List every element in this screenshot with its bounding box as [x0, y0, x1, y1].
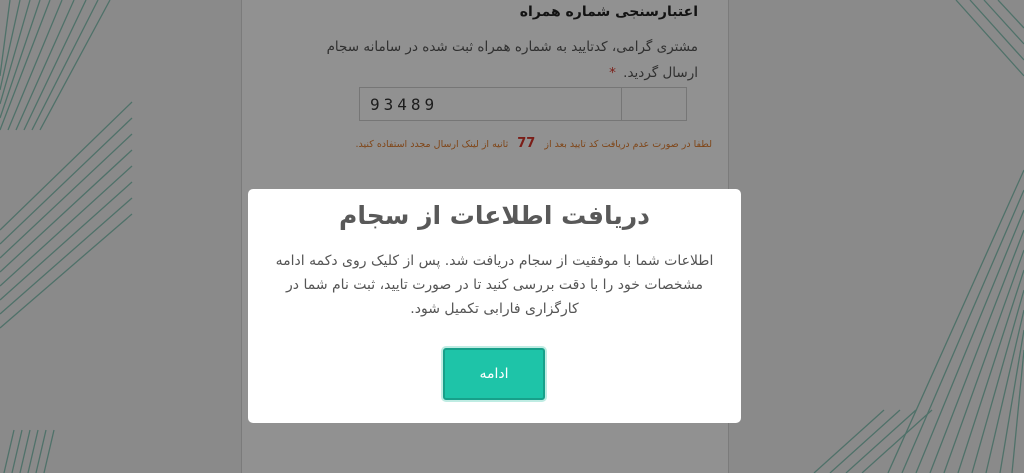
sejam-info-modal: دریافت اطلاعات از سجام اطلاعات شما با مو…: [248, 189, 741, 423]
modal-title: دریافت اطلاعات از سجام: [339, 201, 650, 230]
continue-button[interactable]: ادامه: [443, 348, 545, 400]
modal-body-text: اطلاعات شما با موفقیت از سجام دریافت شد.…: [275, 253, 714, 317]
